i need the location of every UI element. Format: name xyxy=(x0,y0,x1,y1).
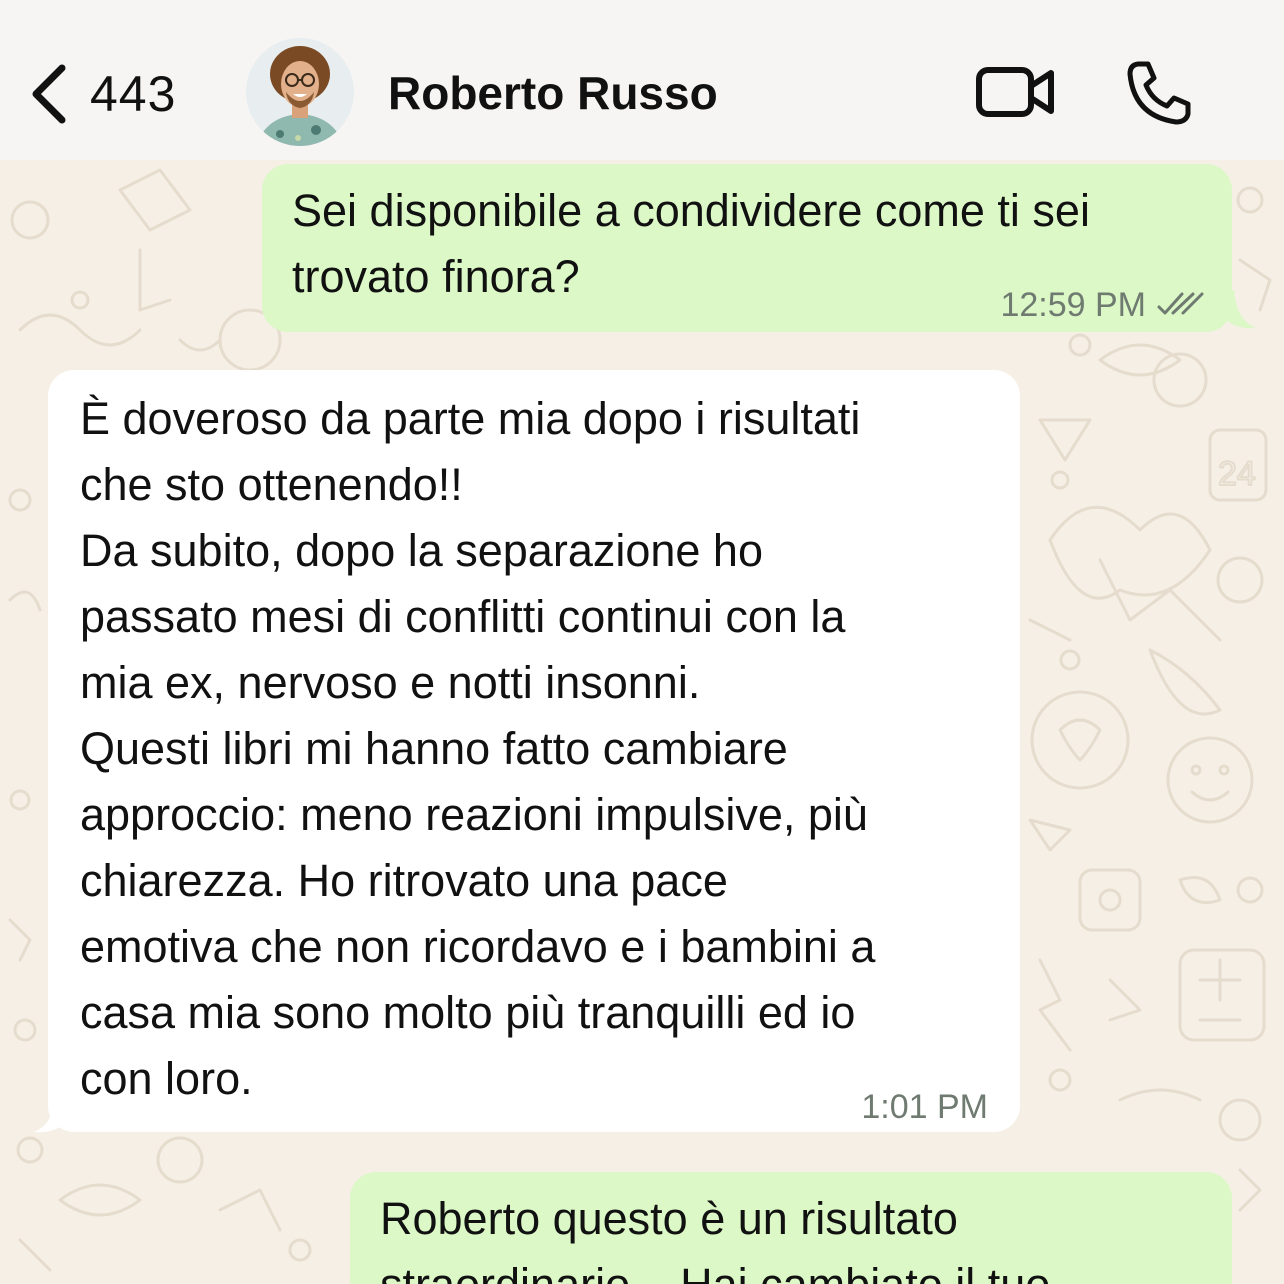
phone-icon xyxy=(1124,61,1194,132)
chat-header: 443 Roberto Russo xyxy=(0,0,1284,160)
message-bubble-outgoing[interactable]: Roberto questo è un risultato straordina… xyxy=(350,1172,1232,1284)
message-bubble-incoming[interactable]: È doveroso da parte mia dopo i risultati… xyxy=(48,370,1020,1132)
svg-text:24: 24 xyxy=(1218,455,1256,493)
message-time: 1:01 PM xyxy=(861,1088,988,1126)
chevron-left-icon xyxy=(28,62,68,126)
video-call-icon xyxy=(974,67,1058,128)
video-call-button[interactable] xyxy=(974,60,1058,124)
voice-call-button[interactable] xyxy=(1124,58,1194,128)
read-double-check-icon xyxy=(1156,290,1204,320)
message-time: 12:59 PM xyxy=(1000,286,1146,324)
message-meta: 12:59 PM xyxy=(1000,272,1204,338)
avatar-image xyxy=(246,38,354,146)
unread-count: 443 xyxy=(90,66,177,122)
message-text: Roberto questo è un risultato straordina… xyxy=(380,1193,1050,1284)
message-meta: 1:01 PM xyxy=(861,1074,988,1140)
message-text: È doveroso da parte mia dopo i risultati… xyxy=(80,393,876,1104)
message-text: Sei disponibile a condividere come ti se… xyxy=(292,185,1090,302)
message-bubble-outgoing[interactable]: Sei disponibile a condividere come ti se… xyxy=(262,164,1232,332)
contact-name[interactable]: Roberto Russo xyxy=(388,66,718,120)
avatar[interactable] xyxy=(246,38,354,146)
back-button[interactable]: 443 xyxy=(28,52,176,136)
